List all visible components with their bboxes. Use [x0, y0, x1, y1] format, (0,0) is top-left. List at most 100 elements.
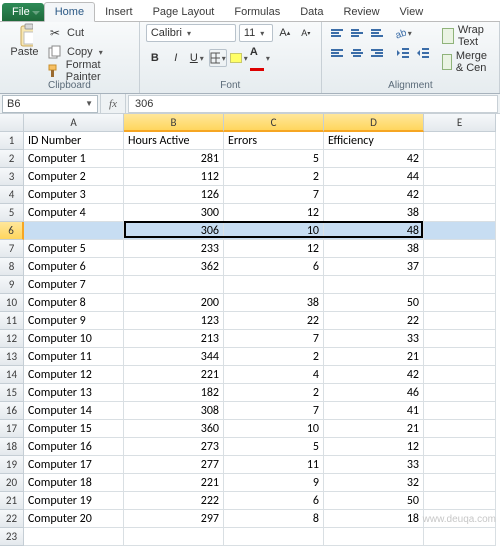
- decrease-indent-button[interactable]: [394, 44, 412, 62]
- select-all-corner[interactable]: [0, 114, 24, 132]
- borders-button[interactable]: [209, 49, 227, 67]
- row-header[interactable]: 7: [0, 240, 24, 258]
- cell[interactable]: [424, 492, 496, 510]
- fx-icon[interactable]: fx: [100, 94, 126, 113]
- cell[interactable]: Computer 13: [24, 384, 124, 402]
- align-center-button[interactable]: [348, 44, 366, 62]
- cell[interactable]: [424, 168, 496, 186]
- row-header[interactable]: 21: [0, 492, 24, 510]
- row-header[interactable]: 22: [0, 510, 24, 528]
- row-header[interactable]: 8: [0, 258, 24, 276]
- cell[interactable]: 8: [224, 510, 324, 528]
- cell[interactable]: Computer 1: [24, 150, 124, 168]
- cell[interactable]: [424, 528, 496, 546]
- cell[interactable]: 5: [224, 150, 324, 168]
- wrap-text-button[interactable]: Wrap Text: [442, 24, 493, 48]
- row-header[interactable]: 5: [0, 204, 24, 222]
- cell[interactable]: 42: [324, 186, 424, 204]
- shrink-font-button[interactable]: A▾: [297, 24, 315, 42]
- cell[interactable]: [424, 312, 496, 330]
- cell[interactable]: 38: [324, 240, 424, 258]
- cell[interactable]: [424, 474, 496, 492]
- cell[interactable]: 7: [224, 186, 324, 204]
- increase-indent-button[interactable]: [414, 44, 432, 62]
- align-top-button[interactable]: [328, 24, 346, 42]
- cell[interactable]: Computer 10: [24, 330, 124, 348]
- column-header[interactable]: C: [224, 114, 324, 132]
- align-bottom-button[interactable]: [368, 24, 386, 42]
- cell[interactable]: 2: [224, 348, 324, 366]
- cell[interactable]: 21: [324, 420, 424, 438]
- cell[interactable]: [424, 456, 496, 474]
- cell[interactable]: Computer 19: [24, 492, 124, 510]
- cell[interactable]: [424, 294, 496, 312]
- name-box[interactable]: B6 ▼: [2, 95, 98, 113]
- cell[interactable]: 308: [124, 402, 224, 420]
- cell[interactable]: Computer 4: [24, 204, 124, 222]
- row-header[interactable]: 9: [0, 276, 24, 294]
- cell[interactable]: [24, 528, 124, 546]
- cell[interactable]: ID Number: [24, 132, 124, 150]
- file-tab[interactable]: File: [2, 3, 44, 21]
- align-middle-button[interactable]: [348, 24, 366, 42]
- cell[interactable]: 7: [224, 330, 324, 348]
- cell[interactable]: [324, 528, 424, 546]
- cell[interactable]: [424, 402, 496, 420]
- row-header[interactable]: 3: [0, 168, 24, 186]
- cell[interactable]: 33: [324, 456, 424, 474]
- cell[interactable]: Computer 15: [24, 420, 124, 438]
- row-header[interactable]: 12: [0, 330, 24, 348]
- paste-button[interactable]: Paste: [6, 24, 43, 80]
- cell[interactable]: Computer 12: [24, 366, 124, 384]
- cell[interactable]: 38: [224, 294, 324, 312]
- grow-font-button[interactable]: A▴: [276, 24, 294, 42]
- cell[interactable]: 200: [124, 294, 224, 312]
- cell[interactable]: 12: [224, 240, 324, 258]
- underline-button[interactable]: U: [188, 49, 206, 67]
- cell[interactable]: 222: [124, 492, 224, 510]
- cell[interactable]: 41: [324, 402, 424, 420]
- cell[interactable]: 7: [224, 402, 324, 420]
- format-painter-button[interactable]: Format Painter: [47, 62, 133, 80]
- cell[interactable]: Computer 6: [24, 258, 124, 276]
- cell[interactable]: [424, 438, 496, 456]
- cell[interactable]: 126: [124, 186, 224, 204]
- cell[interactable]: 300: [124, 204, 224, 222]
- cell[interactable]: 37: [324, 258, 424, 276]
- cell[interactable]: 297: [124, 510, 224, 528]
- cell[interactable]: [424, 222, 496, 240]
- merge-center-button[interactable]: Merge & Cen: [442, 50, 493, 74]
- cell[interactable]: Computer 14: [24, 402, 124, 420]
- cell[interactable]: Computer 11: [24, 348, 124, 366]
- cell[interactable]: Computer 17: [24, 456, 124, 474]
- tab-view[interactable]: View: [390, 3, 434, 21]
- row-header[interactable]: 23: [0, 528, 24, 546]
- cell[interactable]: 10: [224, 222, 324, 240]
- cell[interactable]: 362: [124, 258, 224, 276]
- cell[interactable]: 22: [324, 312, 424, 330]
- cell[interactable]: [424, 186, 496, 204]
- cell[interactable]: [424, 132, 496, 150]
- spreadsheet-grid[interactable]: ABCDE1ID NumberHours ActiveErrorsEfficie…: [0, 114, 500, 546]
- cell[interactable]: [424, 330, 496, 348]
- cell[interactable]: 233: [124, 240, 224, 258]
- column-header[interactable]: B: [124, 114, 224, 132]
- cell[interactable]: 123: [124, 312, 224, 330]
- column-header[interactable]: E: [424, 114, 496, 132]
- cell[interactable]: 44: [324, 168, 424, 186]
- row-header[interactable]: 10: [0, 294, 24, 312]
- font-color-button[interactable]: A: [251, 49, 269, 67]
- cell[interactable]: 11: [224, 456, 324, 474]
- italic-button[interactable]: I: [167, 49, 185, 67]
- cell[interactable]: 273: [124, 438, 224, 456]
- cell[interactable]: 6: [224, 492, 324, 510]
- cell[interactable]: 360: [124, 420, 224, 438]
- cell[interactable]: 12: [224, 204, 324, 222]
- font-family-select[interactable]: Calibri: [146, 24, 236, 42]
- row-header[interactable]: 13: [0, 348, 24, 366]
- bold-button[interactable]: B: [146, 49, 164, 67]
- cell[interactable]: 4: [224, 366, 324, 384]
- cell[interactable]: 213: [124, 330, 224, 348]
- row-header[interactable]: 14: [0, 366, 24, 384]
- cell[interactable]: [424, 150, 496, 168]
